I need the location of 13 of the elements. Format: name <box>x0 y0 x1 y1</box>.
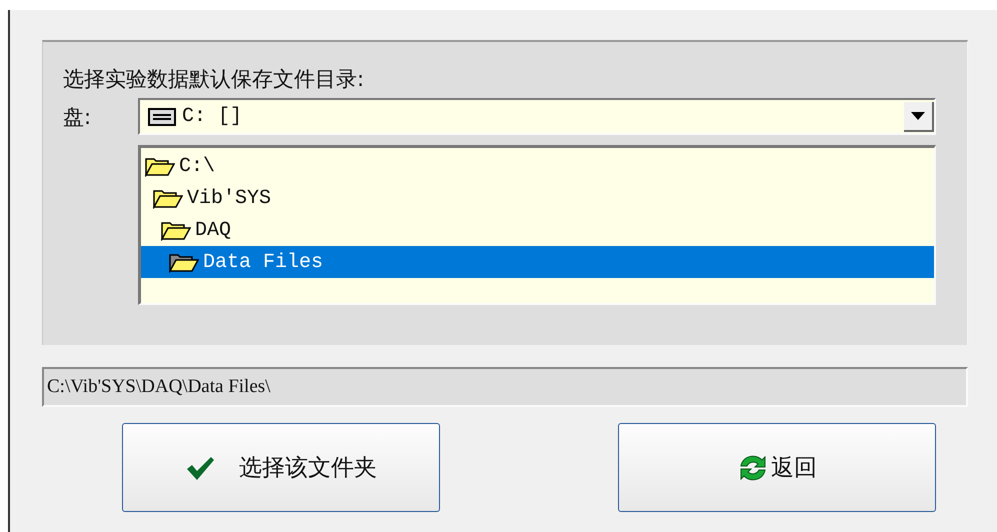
drive-dropdown[interactable]: C: [] <box>138 98 936 135</box>
drive-value: C: [] <box>182 105 242 128</box>
folder-item[interactable]: C:\ <box>141 150 934 182</box>
directory-label: 选择实验数据默认保存文件目录: <box>63 66 366 93</box>
select-folder-button[interactable]: 选择该文件夹 <box>122 423 440 512</box>
path-value: C:\Vib'SYS\DAQ\Data Files\ <box>47 376 270 398</box>
drive-icon <box>148 108 176 126</box>
folder-item[interactable]: Vib'SYS <box>141 182 934 214</box>
folder-item[interactable]: DAQ <box>141 214 934 246</box>
drive-label: 盘: <box>63 104 92 130</box>
check-icon <box>185 454 215 480</box>
folder-item[interactable]: Data Files <box>141 246 934 278</box>
back-button[interactable]: 返回 <box>618 423 936 512</box>
